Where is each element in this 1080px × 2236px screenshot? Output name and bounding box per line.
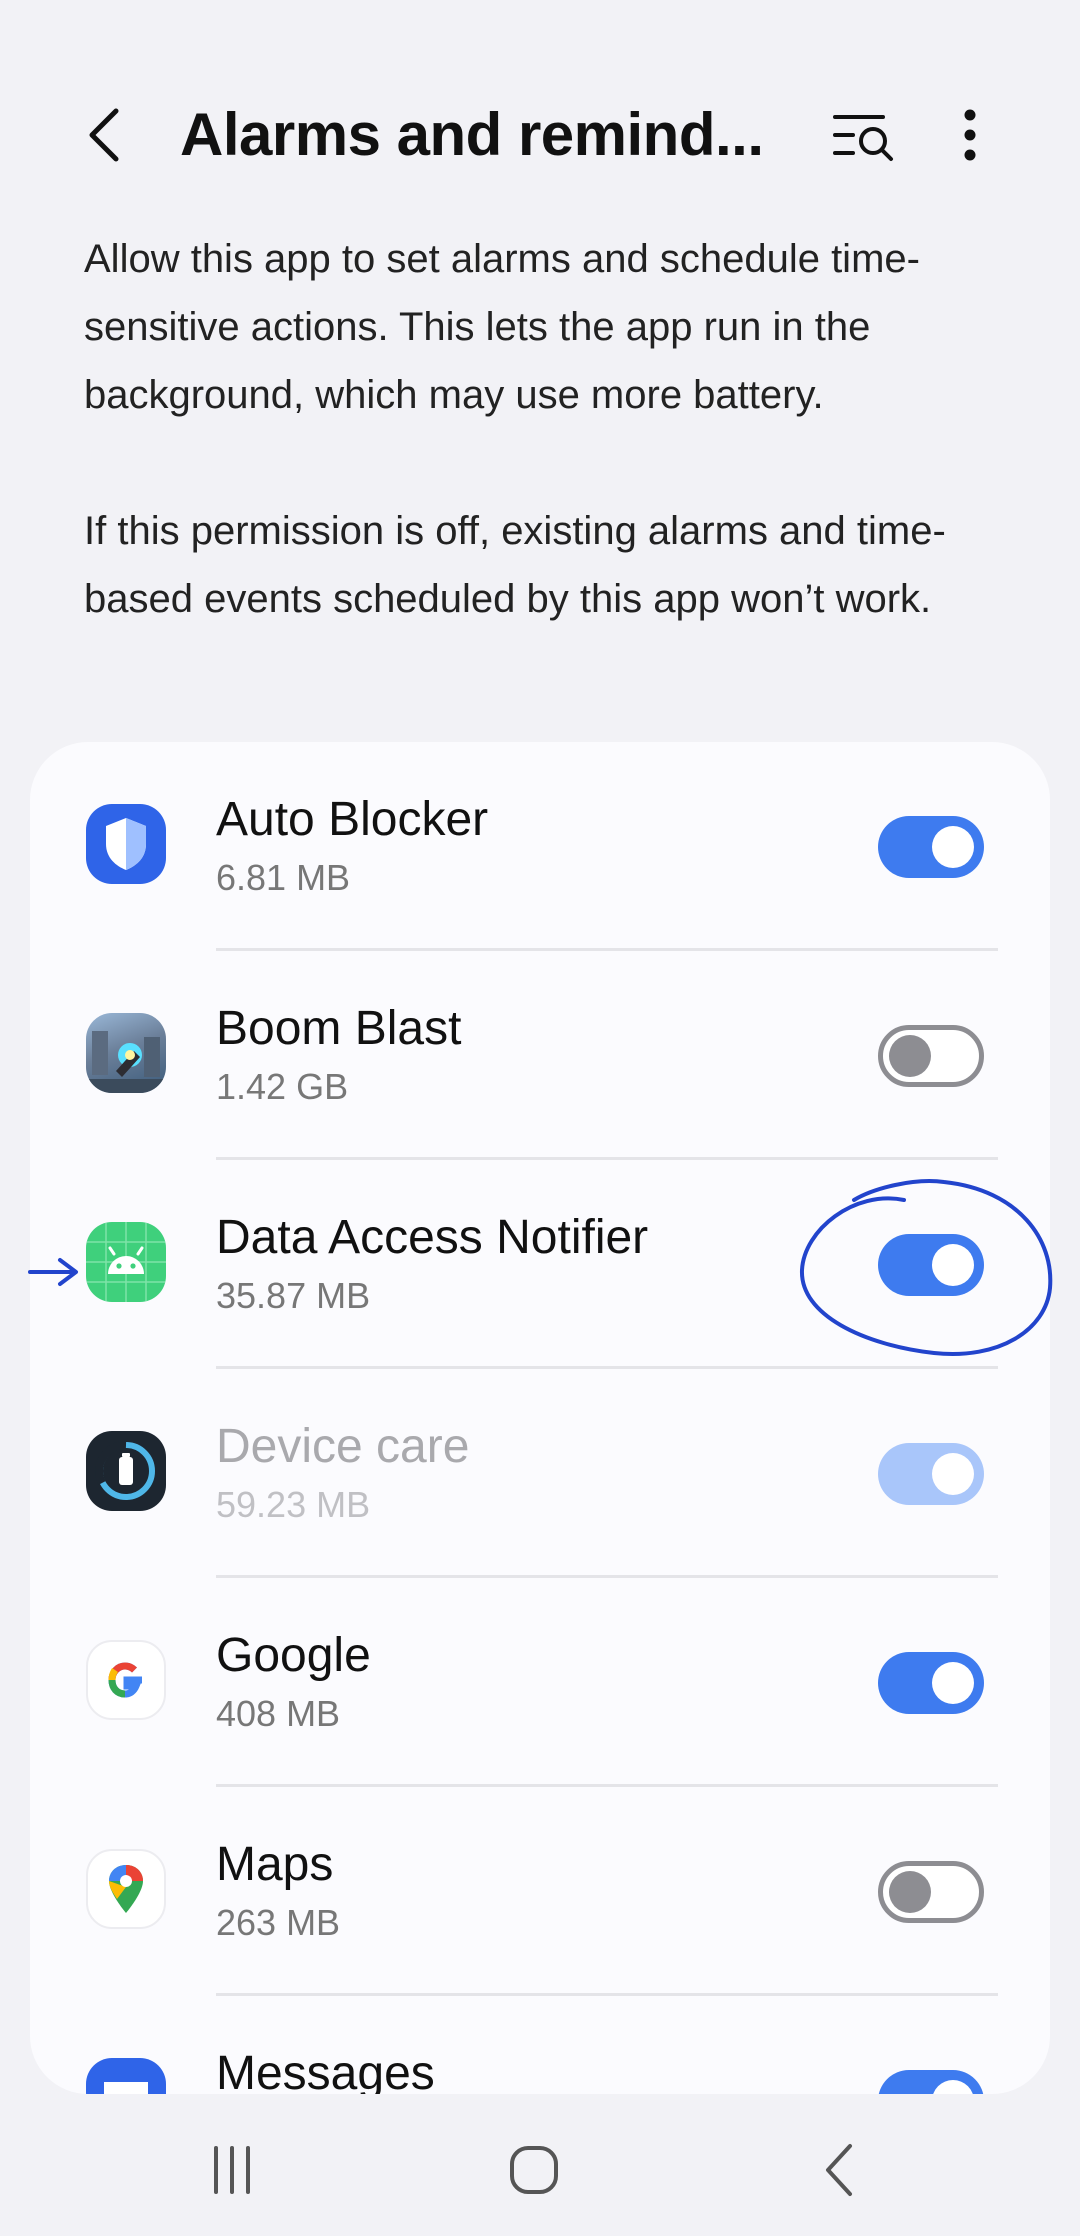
permission-toggle[interactable] xyxy=(878,1234,984,1296)
shield-icon xyxy=(86,804,166,884)
back-button[interactable] xyxy=(74,100,134,170)
top-app-bar: Alarms and remind... xyxy=(0,90,1080,180)
permission-toggle[interactable] xyxy=(878,2070,984,2094)
app-name: Data Access Notifier xyxy=(216,1211,649,1264)
app-size: 408 MB xyxy=(216,1693,341,1734)
list-search-icon xyxy=(833,115,893,161)
system-navigation-bar xyxy=(0,2100,1080,2236)
app-name: Boom Blast xyxy=(216,1002,462,1055)
app-size: 35.87 MB xyxy=(216,1275,371,1316)
app-name: Auto Blocker xyxy=(216,793,489,846)
app-list-card: Auto Blocker 6.81 MB Boom Blast 1.42 GB xyxy=(30,742,1050,2094)
game-icon xyxy=(86,1013,166,1093)
recents-icon xyxy=(214,2146,250,2194)
google-icon xyxy=(86,1640,166,1720)
description-paragraph: Allow this app to set alarms and schedul… xyxy=(84,237,920,417)
permission-toggle[interactable] xyxy=(878,1652,984,1714)
app-name: Messages xyxy=(216,2047,435,2094)
app-size: 263 MB xyxy=(216,1902,341,1943)
permission-toggle[interactable] xyxy=(878,1025,984,1087)
app-row-google[interactable]: Google 408 MB xyxy=(30,1578,1050,1787)
permission-description: Allow this app to set alarms and schedul… xyxy=(84,225,1004,633)
description-paragraph: If this permission is off, existing alar… xyxy=(84,509,946,621)
app-row-auto-blocker[interactable]: Auto Blocker 6.81 MB xyxy=(30,742,1050,951)
app-size: 59.23 MB xyxy=(216,1484,371,1525)
app-size: 6.81 MB xyxy=(216,857,351,898)
home-icon xyxy=(510,2146,558,2194)
page-title: Alarms and remind... xyxy=(180,101,764,168)
search-in-list-button[interactable] xyxy=(824,100,904,170)
app-row-device-care: Device care 59.23 MB xyxy=(30,1369,1050,1578)
device-care-icon xyxy=(86,1431,166,1511)
more-vertical-icon xyxy=(964,109,976,161)
permission-toggle[interactable] xyxy=(878,1861,984,1923)
chevron-left-icon xyxy=(89,108,119,162)
permission-toggle[interactable] xyxy=(878,816,984,878)
more-options-button[interactable] xyxy=(940,100,1000,170)
app-name: Device care xyxy=(216,1420,470,1473)
app-row-maps[interactable]: Maps 263 MB xyxy=(30,1787,1050,1996)
recents-button[interactable] xyxy=(182,2130,282,2210)
app-row-data-access-notifier[interactable]: Data Access Notifier 35.87 MB xyxy=(30,1160,1050,1369)
maps-icon xyxy=(86,1849,166,1929)
back-icon xyxy=(826,2144,852,2196)
app-name: Maps xyxy=(216,1838,334,1891)
app-name: Google xyxy=(216,1629,371,1682)
app-size: 1.42 GB xyxy=(216,1066,349,1107)
home-button[interactable] xyxy=(484,2130,584,2210)
android-icon xyxy=(86,1222,166,1302)
messages-icon xyxy=(86,2058,166,2094)
app-row-boom-blast[interactable]: Boom Blast 1.42 GB xyxy=(30,951,1050,1160)
nav-back-button[interactable] xyxy=(790,2130,890,2210)
permission-toggle xyxy=(878,1443,984,1505)
app-row-messages[interactable]: Messages xyxy=(30,1996,1050,2094)
